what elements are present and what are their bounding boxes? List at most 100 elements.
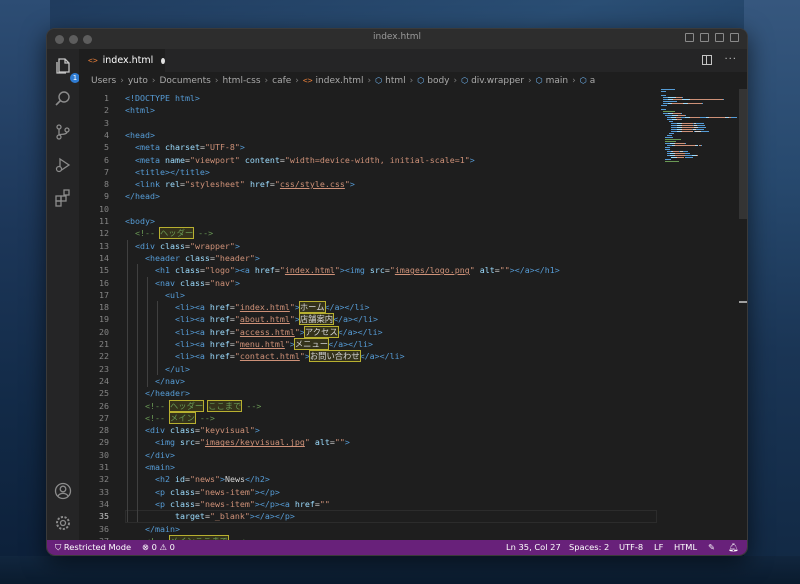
code-line[interactable]: 10 (79, 203, 747, 215)
breadcrumb-item[interactable]: html-css (222, 76, 260, 86)
explorer-icon[interactable]: 1 (54, 57, 80, 83)
code-line[interactable]: 12 <!-- ヘッダー --> (79, 227, 747, 240)
breadcrumb-item[interactable]: cafe (272, 76, 291, 86)
indent-guide (157, 301, 158, 375)
code-line[interactable]: 20 <li><a href="access.html">アクセス</a></l… (79, 325, 747, 338)
run-debug-icon[interactable] (54, 156, 72, 174)
toggle-secondary-sidebar-icon[interactable] (715, 33, 724, 42)
code-token: "wrapper" (189, 240, 235, 251)
html-file-icon: <> (88, 56, 98, 65)
code-line[interactable]: 18 <li><a href="index.html">ホーム</a></li> (79, 301, 747, 314)
code-token: <li><a (174, 302, 210, 313)
code-token: <head> (125, 129, 155, 140)
code-line[interactable]: 4 <head> (79, 129, 747, 141)
code-line[interactable]: 13 <div class="wrapper"> (79, 240, 747, 252)
indentation[interactable]: Spaces: 2 (569, 542, 609, 552)
code-text: </header> (125, 387, 190, 399)
breadcrumb-item[interactable]: html (385, 76, 406, 86)
feedback-icon[interactable]: ✎ (708, 542, 715, 552)
code-line[interactable]: 25 </header> (79, 387, 747, 399)
encoding[interactable]: UTF-8 (619, 542, 643, 552)
code-line[interactable]: 16 <nav class="nav"> (79, 277, 747, 289)
more-actions-icon[interactable]: ··· (724, 55, 737, 65)
breadcrumb-item[interactable]: Users (91, 76, 116, 86)
code-line[interactable]: 33 <p class="news-item"></p> (79, 486, 747, 498)
title-bar: index.html (47, 29, 747, 49)
japanese-text-highlight: 店舗案内 (298, 313, 335, 326)
breadcrumb-item[interactable]: Documents (160, 76, 211, 86)
code-line[interactable]: 14 <header class="header"> (79, 252, 747, 264)
line-number: 3 (104, 117, 109, 128)
extensions-icon[interactable] (54, 189, 72, 207)
line-number: 12 (99, 228, 109, 239)
code-line[interactable]: 27 <!-- メイン --> (79, 411, 747, 424)
code-token: <html> (125, 105, 155, 116)
tab-index-html[interactable]: <> index.html (79, 49, 165, 72)
search-icon[interactable] (54, 90, 72, 108)
cursor-position[interactable]: Ln 35, Col 27 (506, 542, 561, 552)
code-line[interactable]: 29 <img src="images/keyvisual.jpg" alt="… (79, 436, 747, 448)
code-token: href (209, 314, 230, 325)
code-line[interactable]: 7 <title></title> (79, 166, 747, 178)
code-text: <html> (125, 104, 155, 116)
line-number: 33 (99, 486, 109, 497)
layout-controls (685, 33, 739, 42)
end-of-line[interactable]: LF (654, 542, 663, 552)
code-line[interactable]: 19 <li><a href="about.html">店舗案内</a></li… (79, 313, 747, 326)
accounts-icon[interactable] (54, 482, 72, 500)
code-line[interactable]: 31 <main> (79, 461, 747, 473)
code-line[interactable]: 11 <body> (79, 215, 747, 227)
customize-layout-icon[interactable] (730, 33, 739, 42)
unsaved-dot-icon[interactable] (161, 57, 165, 64)
code-text: <li><a href="access.html">アクセス</a></li> (125, 325, 383, 338)
code-token: </div> (144, 449, 175, 460)
code-text: <main> (125, 461, 175, 473)
breadcrumb-item[interactable]: div.wrapper (471, 76, 524, 86)
code-editor[interactable]: 1 <!DOCTYPE html> 2 <html> 3 4 <head> 5 <meta c… (79, 89, 747, 542)
breadcrumb-item[interactable]: index.html (316, 76, 364, 86)
split-editor-icon[interactable] (702, 55, 713, 65)
toggle-panel-icon[interactable] (700, 33, 709, 42)
code-line[interactable]: 23 </ul> (79, 363, 747, 375)
code-line[interactable]: 3 (79, 117, 747, 129)
line-number: 23 (99, 363, 109, 374)
breadcrumb-item[interactable]: yuto (128, 76, 148, 86)
settings-gear-icon[interactable] (54, 514, 72, 532)
toggle-sidebar-icon[interactable] (685, 33, 694, 42)
code-line[interactable]: 15 <h1 class="logo"><a href="index.html"… (79, 264, 747, 276)
code-line[interactable]: 28 <div class="keyvisual"> (79, 424, 747, 436)
code-line[interactable]: 6 <meta name="viewport" content="width=d… (79, 154, 747, 166)
breadcrumb-item[interactable]: body (427, 76, 449, 86)
code-line[interactable]: 32 <h2 id="news">News</h2> (79, 473, 747, 485)
code-line[interactable]: 1 <!DOCTYPE html> (79, 92, 747, 104)
restricted-mode-item[interactable]: ⛉ Restricted Mode (55, 542, 131, 553)
code-line[interactable]: 36 </main> (79, 523, 747, 535)
code-token: class (174, 265, 200, 276)
code-token: <title></title> (135, 166, 210, 177)
breadcrumb-item[interactable]: main (546, 76, 569, 86)
code-line[interactable]: 30 </div> (79, 449, 747, 461)
symbol-element-icon: ⬡ (375, 76, 383, 85)
code-line[interactable]: 9 </head> (79, 190, 747, 202)
warning-icon: ⚠ (156, 542, 170, 552)
language-mode[interactable]: HTML (674, 542, 697, 552)
code-line[interactable]: 8 <link rel="stylesheet" href="css/style… (79, 178, 747, 190)
code-token: </a></li> (359, 351, 405, 362)
code-line[interactable]: 2 <html> (79, 104, 747, 116)
shield-icon: ⛉ (55, 542, 64, 552)
problems-item[interactable]: ⊗ 0 ⚠ 0 (142, 542, 175, 552)
code-line[interactable]: 35 target="_blank"></a></p> (79, 510, 747, 524)
code-line[interactable]: 34 <p class="news-item"></p><a href="" (79, 498, 747, 510)
line-number: 11 (99, 216, 109, 226)
breadcrumb-item[interactable]: a (590, 76, 596, 86)
code-line[interactable]: 21 <li><a href="menu.html">メニュー</a></li> (79, 338, 747, 350)
code-line[interactable]: 22 <li><a href="contact.html">お問い合わせ</a>… (79, 350, 747, 363)
code-line[interactable]: 5 <meta charset="UTF-8"> (79, 141, 747, 153)
code-text: <title></title> (125, 166, 210, 178)
notifications-bell-icon[interactable]: 🔔︎ (728, 542, 739, 553)
code-line[interactable]: 17 <ul> (79, 289, 747, 301)
code-token: ></p> (254, 486, 280, 497)
code-line[interactable]: 24 </nav> (79, 375, 747, 387)
source-control-icon[interactable] (54, 123, 72, 141)
code-line[interactable]: 26 <!-- ヘッダー ここまで --> (79, 399, 747, 412)
